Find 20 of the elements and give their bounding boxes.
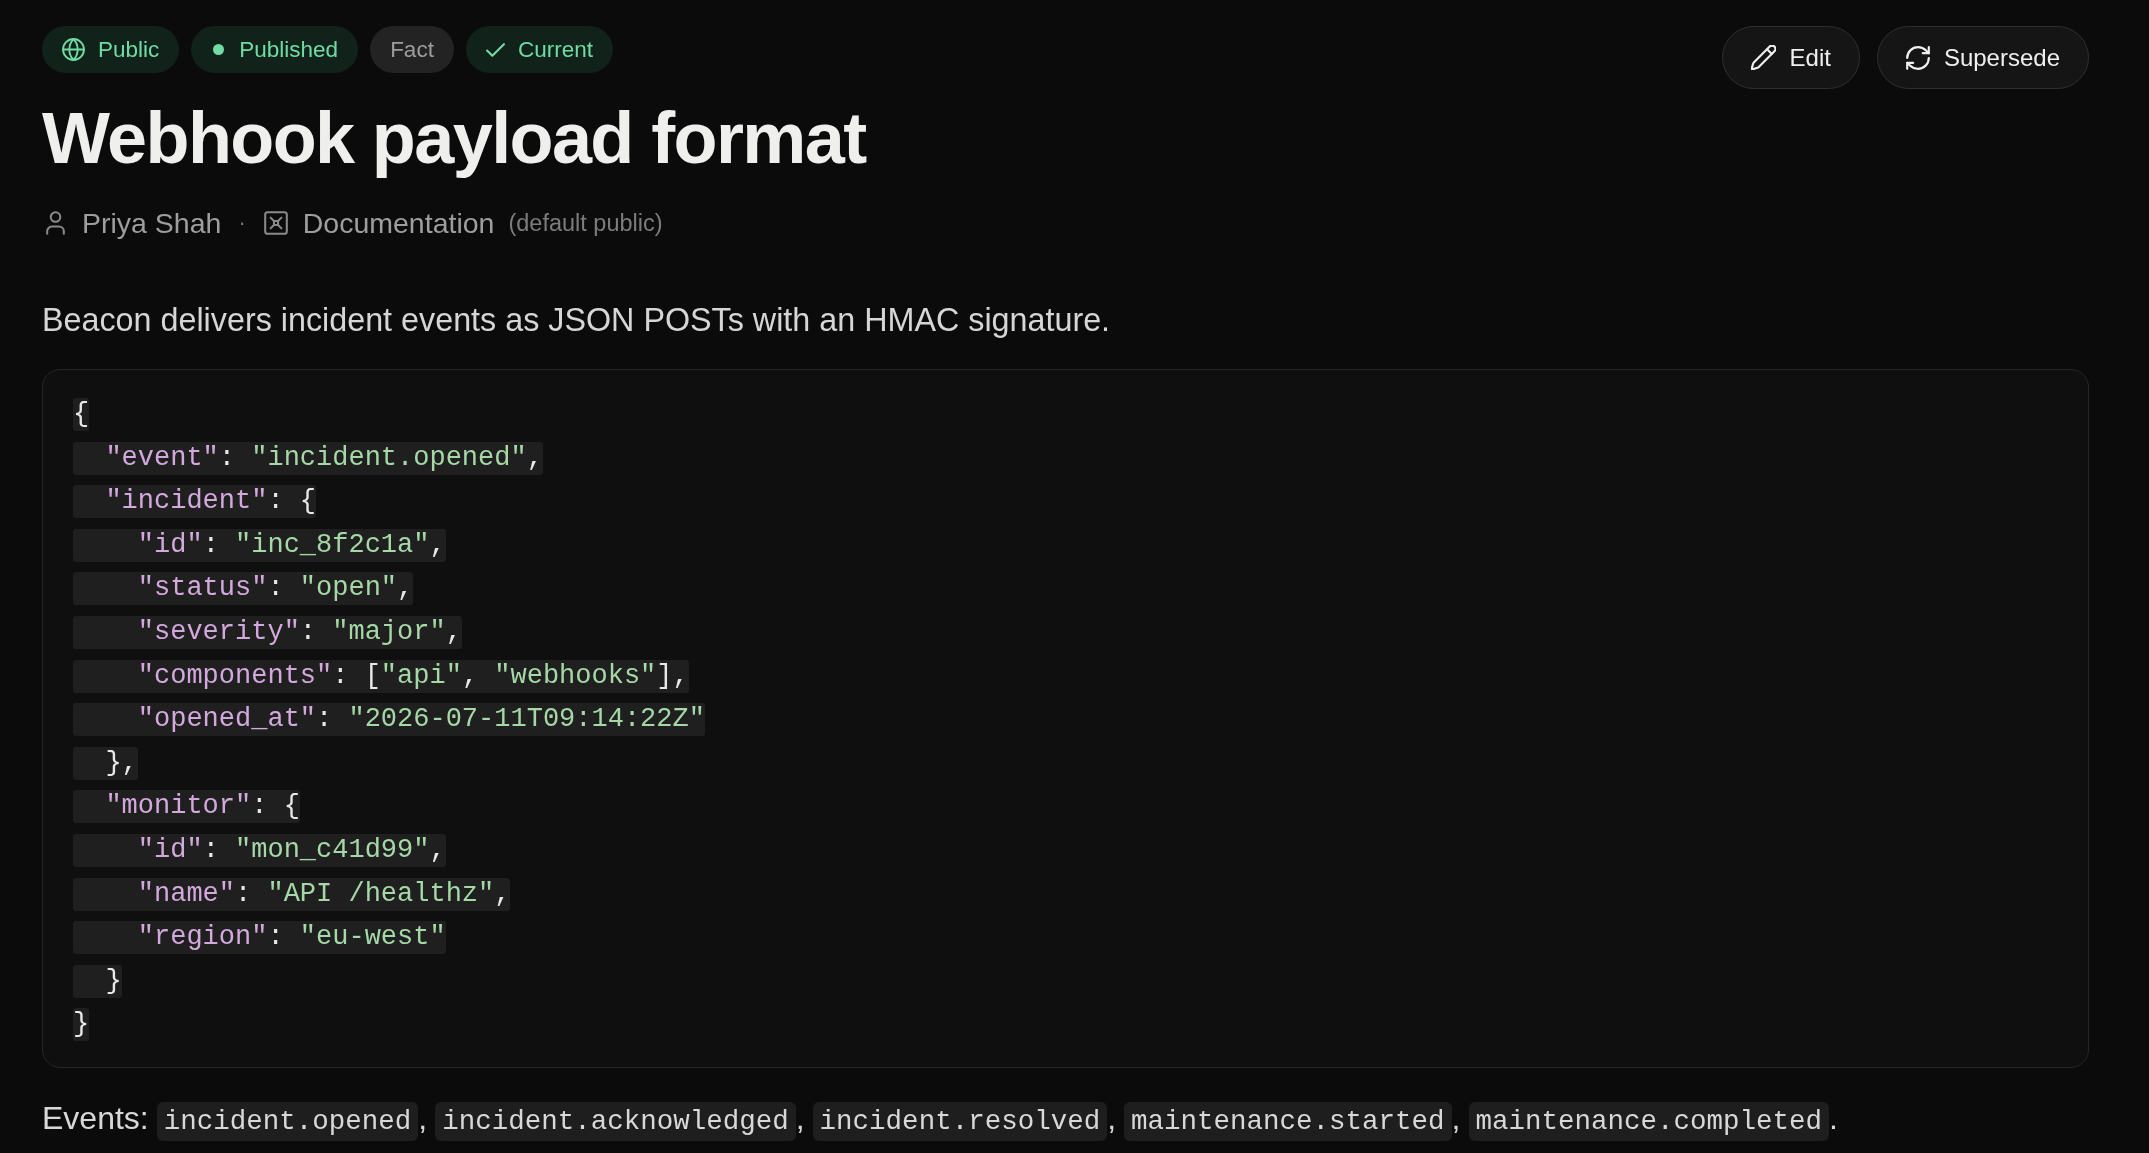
collection-note: (default public) bbox=[508, 209, 663, 238]
globe-icon bbox=[62, 38, 85, 61]
pencil-icon bbox=[1750, 45, 1776, 70]
badge-label: Public bbox=[98, 36, 160, 63]
collection-name: Documentation bbox=[302, 206, 495, 240]
description: Beacon delivers incident events as JSON POSTs with an HMAC signature. bbox=[42, 301, 1112, 340]
person-icon bbox=[46, 211, 65, 235]
events-text: Events: incident.opened , incident.acknowledged , incident.resolved , maintenance.started , maintenance.completed . bbox=[42, 1096, 2089, 1145]
status-dot-icon bbox=[213, 44, 225, 55]
badge-label: Current bbox=[517, 36, 593, 63]
edit-button[interactable]: Edit bbox=[1721, 26, 1860, 89]
page-title: Webhook payload format bbox=[42, 99, 866, 178]
boxed-x-icon bbox=[263, 211, 288, 235]
supersede-button[interactable]: Supersede bbox=[1876, 26, 2089, 89]
check-icon bbox=[485, 42, 505, 57]
separator: · bbox=[238, 209, 246, 237]
badge-label: Published bbox=[239, 36, 339, 63]
refresh-icon bbox=[1905, 45, 1930, 70]
badge-label: Fact bbox=[390, 36, 434, 63]
author-name: Priya Shah bbox=[82, 206, 222, 240]
